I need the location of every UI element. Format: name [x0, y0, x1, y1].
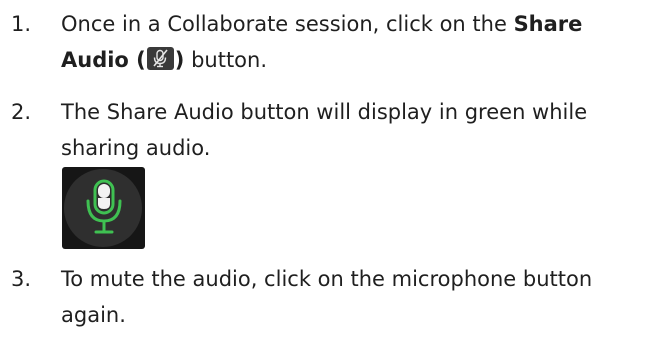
audio-label: Audio ( — [61, 48, 146, 72]
step-text: The Share Audio button will display in g… — [61, 94, 661, 166]
step-number: 1. — [11, 12, 32, 36]
step-1-line-2: Audio ( ) button. — [61, 47, 268, 72]
step-2-line-1: The Share Audio button will display in g… — [61, 100, 588, 124]
share-audio-button-active — [62, 167, 145, 249]
step-3-line-2: again. — [61, 303, 126, 327]
instruction-steps: 1. Once in a Collaborate session, click … — [0, 0, 667, 337]
step-number: 3. — [11, 267, 32, 291]
step-2-line-2: sharing audio. — [61, 136, 211, 160]
step-text: Once in a Collaborate session, click on … — [61, 6, 661, 78]
microphone-active-icon — [86, 179, 122, 234]
step-1-line-1: Once in a Collaborate session, click on … — [61, 12, 583, 36]
step-3-line-1: To mute the audio, click on the micropho… — [61, 267, 593, 291]
step-number: 2. — [11, 100, 32, 124]
microphone-muted-icon — [146, 47, 174, 70]
share-label: Share — [513, 12, 583, 36]
step-text: To mute the audio, click on the micropho… — [61, 261, 661, 333]
